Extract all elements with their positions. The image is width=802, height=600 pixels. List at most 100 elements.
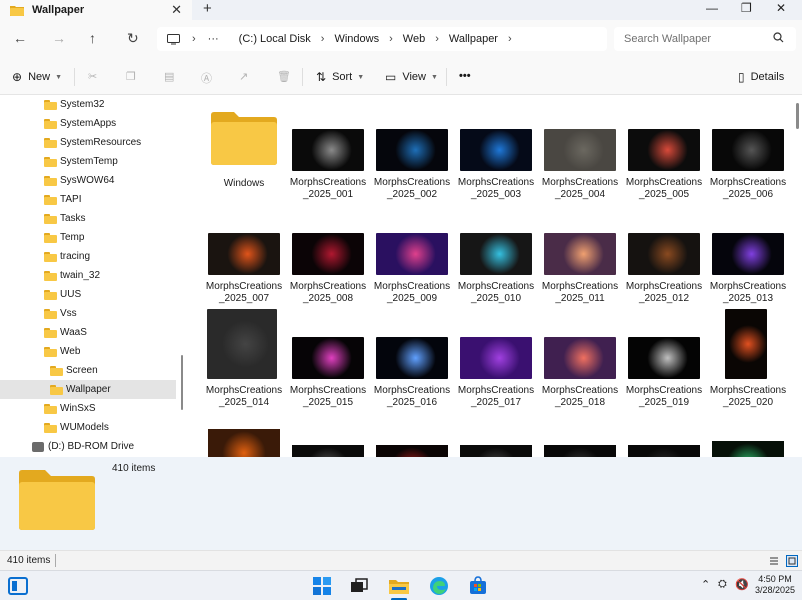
- tab-wallpaper[interactable]: Wallpaper ✕: [0, 0, 192, 20]
- file-item[interactable]: MorphsCreations _2025_010: [457, 213, 535, 313]
- show-hidden-icons-icon[interactable]: ⌃: [701, 578, 710, 591]
- delete-icon[interactable]: 🗑: [277, 70, 291, 83]
- tiles-view-icon[interactable]: [786, 555, 798, 567]
- sidebar-item-uus[interactable]: UUS: [0, 285, 176, 304]
- image-thumbnail[interactable]: [544, 445, 616, 457]
- file-item[interactable]: MorphsCreations _2025_012: [625, 213, 703, 313]
- sidebar-item-tracing[interactable]: tracing: [0, 247, 176, 266]
- refresh-icon[interactable]: ↻: [127, 30, 139, 47]
- sidebar-item-waas[interactable]: WaaS: [0, 323, 176, 342]
- breadcrumb-windows[interactable]: Windows: [334, 33, 379, 45]
- image-thumbnail[interactable]: [712, 441, 784, 457]
- file-item[interactable]: MorphsCreations _2025_020: [709, 309, 787, 417]
- volume-icon[interactable]: 🔇: [735, 578, 749, 591]
- chevron-right-icon[interactable]: ›: [508, 33, 512, 45]
- sidebar-item-winsxs[interactable]: WinSxS: [0, 399, 176, 418]
- file-name-line-1: MorphsCreations: [205, 281, 283, 292]
- monitor-icon[interactable]: [167, 33, 180, 45]
- file-item[interactable]: MorphsCreations _2025_011: [541, 213, 619, 313]
- sidebar-item-vss[interactable]: Vss: [0, 304, 176, 323]
- image-thumbnail[interactable]: [208, 429, 280, 457]
- folder-item[interactable]: Windows: [205, 109, 283, 209]
- new-tab-button[interactable]: +: [203, 0, 212, 17]
- tab-close-icon[interactable]: ✕: [171, 2, 182, 18]
- file-item[interactable]: MorphsCreations _2025_004: [541, 109, 619, 209]
- file-item[interactable]: MorphsCreations _2025_002: [373, 109, 451, 209]
- image-thumbnail[interactable]: [460, 445, 532, 457]
- network-icon[interactable]: ⛭: [718, 578, 727, 591]
- clock[interactable]: 4:50 PM 3/28/2025: [752, 574, 798, 596]
- breadcrumb-local-disk[interactable]: (C:) Local Disk: [239, 33, 311, 45]
- image-thumbnail: [712, 233, 784, 275]
- image-thumbnail[interactable]: [292, 445, 364, 457]
- view-button[interactable]: ▭ View ▼: [385, 70, 438, 84]
- view-icon: ▭: [385, 70, 397, 84]
- share-icon[interactable]: ↗: [239, 70, 248, 83]
- breadcrumb-web[interactable]: Web: [403, 33, 425, 45]
- forward-icon[interactable]: →: [52, 30, 66, 46]
- widgets-icon[interactable]: [7, 575, 29, 597]
- more-crumbs-button[interactable]: ···: [208, 33, 219, 45]
- start-icon[interactable]: [311, 575, 333, 597]
- breadcrumb-wallpaper[interactable]: Wallpaper: [449, 33, 498, 45]
- file-item[interactable]: MorphsCreations _2025_008: [289, 213, 367, 313]
- sidebar-item-screen[interactable]: Screen: [0, 361, 176, 380]
- details-button[interactable]: ▯ Details: [738, 70, 784, 84]
- file-item[interactable]: MorphsCreations _2025_019: [625, 317, 703, 417]
- file-name-line-1: MorphsCreations: [709, 281, 787, 292]
- sidebar-item-systemresources[interactable]: SystemResources: [0, 133, 176, 152]
- address-bar[interactable]: › ··· (C:) Local Disk › Windows › Web › …: [157, 27, 607, 51]
- sort-button[interactable]: ⇅ Sort ▼: [316, 70, 364, 84]
- file-item[interactable]: MorphsCreations _2025_009: [373, 213, 451, 313]
- copy-icon[interactable]: ❐: [126, 70, 136, 83]
- sidebar-item-systemapps[interactable]: SystemApps: [0, 114, 176, 133]
- sidebar-item-wumodels[interactable]: WUModels: [0, 418, 176, 437]
- navigation-pane-scrollbar[interactable]: [181, 355, 183, 410]
- close-button[interactable]: ✕: [776, 1, 786, 15]
- sidebar-item-syswow64[interactable]: SysWOW64: [0, 171, 176, 190]
- image-thumbnail[interactable]: [628, 445, 700, 457]
- edge-icon[interactable]: [428, 575, 450, 597]
- chevron-right-icon[interactable]: ›: [435, 33, 439, 45]
- cut-icon[interactable]: ✂: [88, 70, 97, 83]
- back-icon[interactable]: ←: [13, 30, 27, 46]
- rename-icon[interactable]: Ⓐ: [201, 70, 212, 86]
- details-view-icon[interactable]: [769, 556, 779, 566]
- file-item[interactable]: MorphsCreations _2025_005: [625, 109, 703, 209]
- file-list-scrollbar[interactable]: [796, 103, 799, 129]
- sidebar-item-tapi[interactable]: TAPI: [0, 190, 176, 209]
- maximize-button[interactable]: ❐: [741, 1, 752, 15]
- store-icon[interactable]: [467, 575, 489, 597]
- sidebar-item-twain-32[interactable]: twain_32: [0, 266, 176, 285]
- file-item[interactable]: MorphsCreations _2025_007: [205, 213, 283, 313]
- chevron-right-icon[interactable]: ›: [192, 33, 196, 45]
- up-icon[interactable]: ↑: [89, 30, 96, 46]
- see-more-button[interactable]: •••: [459, 70, 471, 82]
- file-item[interactable]: MorphsCreations _2025_016: [373, 317, 451, 417]
- new-button[interactable]: ⊕ New ▼: [12, 70, 62, 84]
- image-thumbnail[interactable]: [376, 445, 448, 457]
- file-explorer-icon[interactable]: [388, 575, 410, 597]
- sidebar-item-system32[interactable]: System32: [0, 95, 176, 114]
- file-item[interactable]: MorphsCreations _2025_001: [289, 109, 367, 209]
- file-item[interactable]: MorphsCreations _2025_018: [541, 317, 619, 417]
- sidebar-item-wallpaper[interactable]: Wallpaper: [0, 380, 176, 399]
- task-view-icon[interactable]: [348, 575, 370, 597]
- search-input[interactable]: Search Wallpaper: [614, 27, 796, 51]
- file-item[interactable]: MorphsCreations _2025_003: [457, 109, 535, 209]
- sidebar-item-temp[interactable]: Temp: [0, 228, 176, 247]
- file-name-line-2: _2025_013: [722, 293, 774, 304]
- file-item[interactable]: MorphsCreations _2025_017: [457, 317, 535, 417]
- chevron-right-icon[interactable]: ›: [321, 33, 325, 45]
- sidebar-item-tasks[interactable]: Tasks: [0, 209, 176, 228]
- file-item[interactable]: MorphsCreations _2025_013: [709, 213, 787, 313]
- file-item[interactable]: MorphsCreations _2025_014: [205, 309, 283, 417]
- file-item[interactable]: MorphsCreations _2025_015: [289, 317, 367, 417]
- sidebar-item-web[interactable]: Web: [0, 342, 176, 361]
- chevron-right-icon[interactable]: ›: [389, 33, 393, 45]
- file-item[interactable]: MorphsCreations _2025_006: [709, 109, 787, 209]
- sidebar-item-d-bd-rom-drive[interactable]: (D:) BD-ROM Drive: [0, 437, 176, 456]
- paste-icon[interactable]: ▤: [164, 70, 174, 83]
- sidebar-item-systemtemp[interactable]: SystemTemp: [0, 152, 176, 171]
- minimize-button[interactable]: —: [706, 1, 718, 15]
